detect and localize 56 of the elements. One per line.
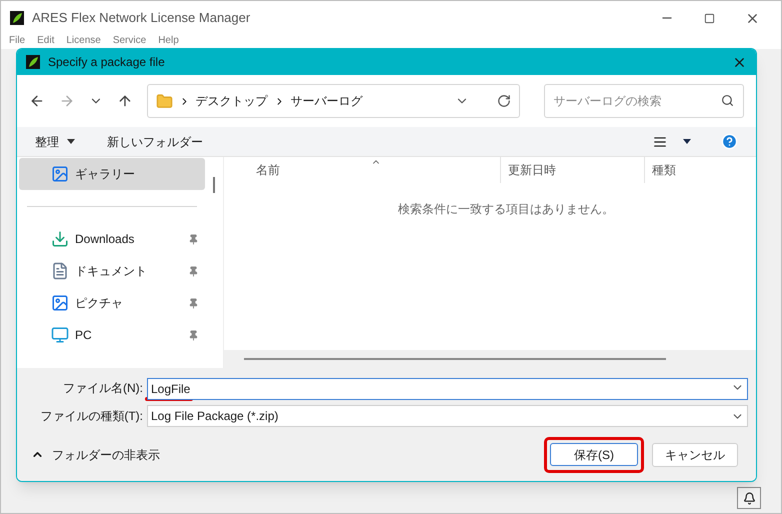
up-icon[interactable] xyxy=(116,93,133,109)
column-header[interactable]: 種類 xyxy=(644,157,756,183)
highlight-underline xyxy=(145,397,193,401)
sidebar-label: ギャラリー xyxy=(75,166,135,183)
window-title: ARES Flex Network License Manager xyxy=(32,9,250,28)
bell-icon xyxy=(742,492,756,504)
breadcrumb-item[interactable]: サーバーログ xyxy=(290,92,363,110)
sidebar-label: ピクチャ xyxy=(75,295,123,312)
maximize-icon[interactable] xyxy=(704,12,715,24)
dialog-logo-icon xyxy=(26,55,40,69)
empty-message: 検索条件に一致する項目はありません。 xyxy=(398,202,614,216)
file-name-field[interactable]: LogFile xyxy=(147,378,748,400)
column-header[interactable]: 名前 xyxy=(224,157,500,183)
help-icon[interactable] xyxy=(721,133,738,150)
new-folder-button[interactable]: 新しいフォルダー xyxy=(107,132,203,150)
menu-item[interactable]: Help xyxy=(158,35,179,47)
picture-icon xyxy=(51,165,69,183)
sidebar-item[interactable]: ピクチャ xyxy=(19,287,205,319)
back-icon[interactable] xyxy=(29,93,45,109)
caret-icon[interactable] xyxy=(683,139,691,144)
sidebar-item[interactable]: PC xyxy=(19,319,205,351)
sidebar-item[interactable]: ギャラリー xyxy=(19,158,205,190)
organize-button[interactable]: 整理 xyxy=(35,132,75,150)
document-icon xyxy=(51,262,69,280)
sidebar-label: PC xyxy=(75,327,92,344)
sidebar-label: Downloads xyxy=(75,231,134,248)
search-field[interactable]: サーバーログの検索 xyxy=(544,84,744,118)
notification-button[interactable] xyxy=(737,487,761,509)
scrollbar-thumb[interactable] xyxy=(213,177,215,193)
menu-item[interactable]: Service xyxy=(112,35,146,47)
app-logo-icon xyxy=(10,11,24,25)
search-icon xyxy=(720,94,734,107)
monitor-icon xyxy=(51,326,69,344)
dialog-title: Specify a package file xyxy=(48,54,165,71)
view-icon[interactable] xyxy=(653,134,667,148)
column-header[interactable]: 更新日時 xyxy=(500,157,644,183)
folder-icon xyxy=(156,92,173,110)
breadcrumb-item[interactable]: デスクトップ xyxy=(196,92,268,110)
hide-folders-button[interactable]: フォルダーの非表示 xyxy=(31,446,160,464)
menu-item[interactable]: License xyxy=(66,35,101,47)
sidebar-label: ドキュメント xyxy=(75,263,147,280)
field-label: ファイル名(N): xyxy=(63,381,143,395)
menu-item[interactable]: Edit xyxy=(37,35,54,47)
download-icon xyxy=(51,230,69,248)
cancel-button[interactable]: キャンセル xyxy=(652,442,738,466)
address-bar[interactable]: デスクトップ サーバーログ xyxy=(146,84,520,118)
save-button[interactable]: 保存(S) xyxy=(550,443,638,466)
menu-item[interactable]: File xyxy=(9,35,26,47)
sidebar-item[interactable]: Downloads xyxy=(19,223,205,255)
sidebar-item[interactable]: ドキュメント xyxy=(19,255,205,287)
caret-icon xyxy=(67,139,75,144)
scrollbar-thumb[interactable] xyxy=(244,358,666,360)
picture-icon xyxy=(51,294,69,312)
field-label: ファイルの種類(T): xyxy=(39,408,143,425)
refresh-icon[interactable] xyxy=(497,94,512,108)
file-type-dropdown[interactable]: Log File Package (*.zip) xyxy=(147,405,748,427)
